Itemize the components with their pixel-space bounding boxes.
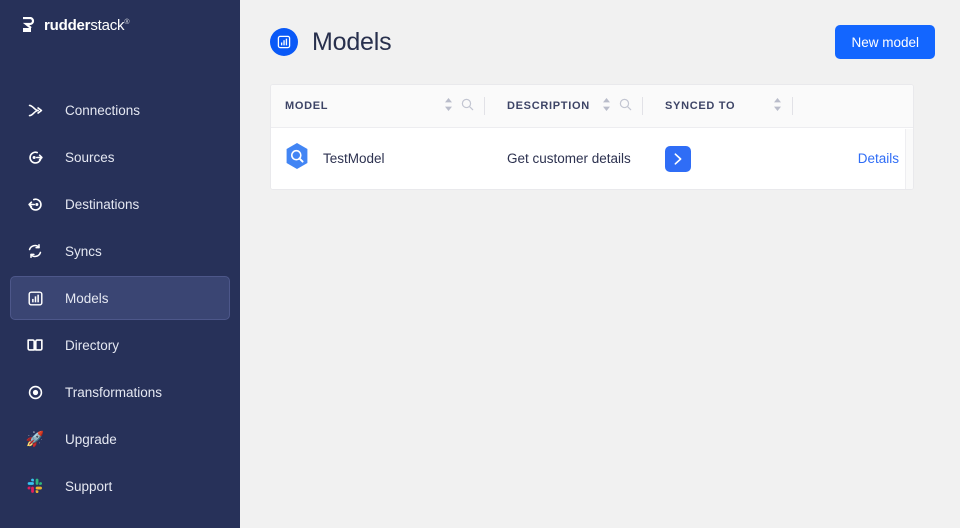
sidebar-item-label: Connections xyxy=(65,102,141,118)
column-divider xyxy=(484,97,485,115)
brand-logo[interactable]: rudderstack® xyxy=(0,0,240,40)
rudderstack-logo-icon xyxy=(22,16,36,33)
table-column-synced-to-tools xyxy=(773,97,803,115)
model-description: Get customer details xyxy=(507,151,631,166)
model-name: TestModel xyxy=(323,151,385,166)
sidebar-item-support[interactable]: Support xyxy=(10,464,230,508)
sidebar: rudderstack® Connections Sources Destina… xyxy=(0,0,240,528)
search-icon[interactable] xyxy=(461,98,474,114)
table-scrollbar-track[interactable] xyxy=(905,129,913,189)
sidebar-item-directory[interactable]: Directory xyxy=(10,323,230,367)
sidebar-item-transformations[interactable]: Transformations xyxy=(10,370,230,414)
models-table-card: MODEL DESCRIPTION SYNCED TO TestModel Ge… xyxy=(270,84,914,190)
table-column-model-tools xyxy=(444,97,495,115)
sort-icon[interactable] xyxy=(444,98,453,114)
table-column-synced-to[interactable]: SYNCED TO xyxy=(653,85,803,128)
details-link[interactable]: Details xyxy=(858,151,899,166)
brand-name-light: stack xyxy=(90,16,125,34)
slack-icon xyxy=(23,478,47,494)
rocket-emoji: 🚀 xyxy=(25,430,45,448)
table-column-description-tools xyxy=(602,97,653,115)
table-cell-actions: Details xyxy=(803,128,913,189)
table-column-description[interactable]: DESCRIPTION xyxy=(495,85,653,128)
models-chart-icon xyxy=(270,28,298,56)
sidebar-item-label: Directory xyxy=(65,337,120,353)
sidebar-item-label: Upgrade xyxy=(65,431,117,447)
sidebar-item-label: Transformations xyxy=(65,384,163,400)
table-header-row: MODEL DESCRIPTION SYNCED TO xyxy=(271,85,913,128)
sidebar-item-destinations[interactable]: Destinations xyxy=(10,182,230,226)
sources-icon xyxy=(23,149,47,166)
page-title: Models xyxy=(312,27,392,56)
column-divider xyxy=(792,97,793,115)
directory-icon xyxy=(23,336,47,354)
sidebar-item-label: Sources xyxy=(65,149,115,165)
sidebar-item-upgrade[interactable]: 🚀 Upgrade xyxy=(10,417,230,461)
brand-name-bold: rudder xyxy=(44,16,91,34)
sidebar-item-label: Support xyxy=(65,478,113,494)
brand-name: rudderstack® xyxy=(44,17,129,34)
column-divider xyxy=(642,97,643,115)
table-column-description-label: DESCRIPTION xyxy=(507,100,590,112)
search-icon[interactable] xyxy=(619,98,632,114)
sidebar-item-connections[interactable]: Connections xyxy=(10,88,230,132)
transformations-icon xyxy=(23,384,47,401)
sidebar-item-syncs[interactable]: Syncs xyxy=(10,229,230,273)
table-column-synced-to-label: SYNCED TO xyxy=(665,100,736,112)
bigquery-icon xyxy=(285,143,309,174)
connections-icon xyxy=(23,102,47,119)
table-cell-synced-to xyxy=(653,128,803,189)
models-icon xyxy=(23,290,47,307)
syncs-icon xyxy=(23,243,47,259)
sort-icon[interactable] xyxy=(602,98,611,114)
sort-icon[interactable] xyxy=(773,98,782,114)
destinations-icon xyxy=(23,196,47,213)
sidebar-nav: Connections Sources Destinations Syncs M… xyxy=(0,88,240,508)
sidebar-item-label: Syncs xyxy=(65,243,102,259)
table-row[interactable]: TestModel Get customer details Details xyxy=(271,128,913,189)
main-content: Models New model MODEL DESCRIPTION SYNCE… xyxy=(240,0,960,528)
table-column-model-label: MODEL xyxy=(285,100,329,112)
sidebar-item-sources[interactable]: Sources xyxy=(10,135,230,179)
sidebar-item-label: Destinations xyxy=(65,196,140,212)
sidebar-item-label: Models xyxy=(65,290,109,306)
rocket-icon: 🚀 xyxy=(23,432,47,447)
new-model-button[interactable]: New model xyxy=(835,25,935,59)
page-header: Models New model xyxy=(264,0,936,84)
table-cell-model: TestModel xyxy=(271,128,495,189)
table-cell-description: Get customer details xyxy=(495,128,653,189)
app-root: rudderstack® Connections Sources Destina… xyxy=(0,0,960,528)
table-column-model[interactable]: MODEL xyxy=(271,85,495,128)
braze-icon[interactable] xyxy=(665,145,691,172)
brand-trademark: ® xyxy=(124,18,130,26)
sidebar-item-models[interactable]: Models xyxy=(10,276,230,320)
